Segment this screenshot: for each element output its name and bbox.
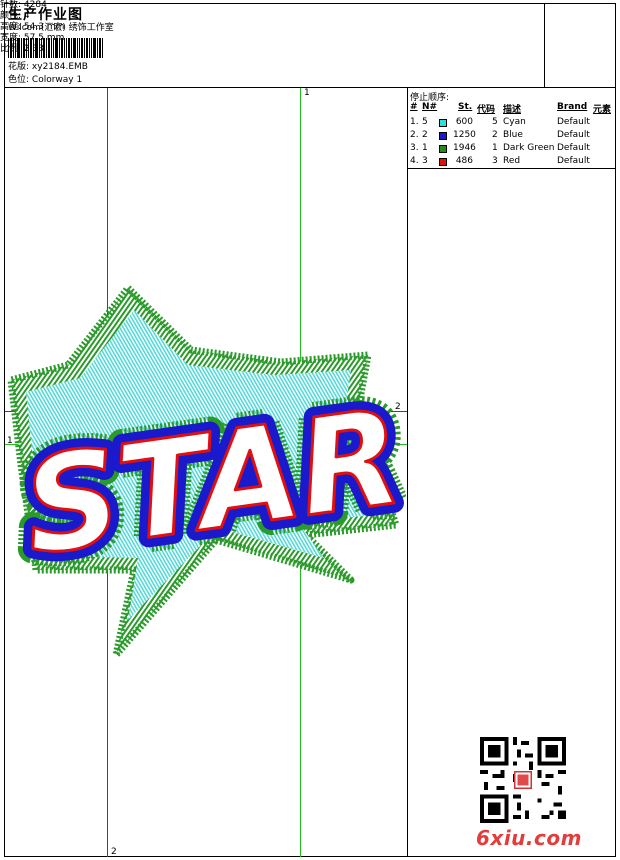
stop-row-seq: 3. [410, 143, 419, 153]
stop-row-color-swatch [439, 132, 447, 140]
col-no: N# [422, 102, 438, 112]
col-code: 代码 [477, 105, 496, 115]
site-logo: 6xiu.com [476, 826, 582, 850]
col-brand: Brand [557, 102, 588, 112]
stop-row-brand: Default [557, 143, 590, 153]
stop-row-seq: 1. [410, 117, 419, 127]
colorway-label: 色位: [8, 75, 30, 85]
stop-row-seq: 2. [410, 130, 419, 140]
stop-row-stitches: 486 [455, 156, 473, 166]
stop-row-seq: 4. [410, 156, 419, 166]
page-title: 生产作业图 [8, 7, 83, 23]
stop-row-code: 1 [492, 143, 498, 153]
pattern-value: xy2184.EMB [31, 62, 88, 72]
header-divider [4, 87, 616, 88]
green-v-label: 1 [304, 88, 310, 98]
stop-table-bottom [407, 168, 616, 169]
pattern-row: 花版: xy2184.EMB [8, 62, 88, 73]
col-desc: 描述 [503, 105, 522, 115]
colorway-value: Colorway 1 [31, 75, 83, 85]
stop-row-description: Cyan [503, 117, 526, 127]
stop-row-color-swatch [439, 158, 447, 166]
stop-row-description: Red [503, 156, 521, 166]
stop-row-brand: Default [557, 156, 590, 166]
stop-row-brand: Default [557, 117, 590, 127]
col-element: 元素 [593, 105, 612, 115]
panel-divider [407, 87, 408, 857]
stop-row-code: 3 [492, 156, 498, 166]
stop-row-color-swatch [439, 119, 447, 127]
pattern-label: 花版: [8, 62, 30, 72]
company-name: Wilcom(汇宏) 绣饰工作室 [8, 23, 114, 33]
stop-row-description: Dark Green [503, 143, 555, 153]
stop-row-stitches: 600 [455, 117, 473, 127]
stop-row-stitches: 1250 [453, 130, 476, 140]
stop-row-needle: 2 [422, 130, 428, 140]
stop-row-code: 2 [492, 130, 498, 140]
stop-row-needle: 3 [422, 156, 428, 166]
stop-row-needle: 1 [422, 143, 428, 153]
stop-row-color-swatch [439, 145, 447, 153]
spec-divider [544, 3, 545, 87]
col-st: St. [458, 102, 473, 112]
stop-row-description: Blue [503, 130, 523, 140]
stop-row-stitches: 1946 [453, 143, 476, 153]
barcode-image [8, 38, 103, 58]
qr-code-image [480, 737, 566, 823]
embroidery-design: STAR STAR STAR [6, 284, 406, 659]
stop-row-needle: 5 [422, 117, 428, 127]
col-seq: # [410, 102, 418, 112]
colorway-row: 色位: Colorway 1 [8, 75, 82, 86]
stop-row-brand: Default [557, 130, 590, 140]
red-v-label: 2 [111, 847, 117, 857]
stop-row-code: 5 [492, 117, 498, 127]
